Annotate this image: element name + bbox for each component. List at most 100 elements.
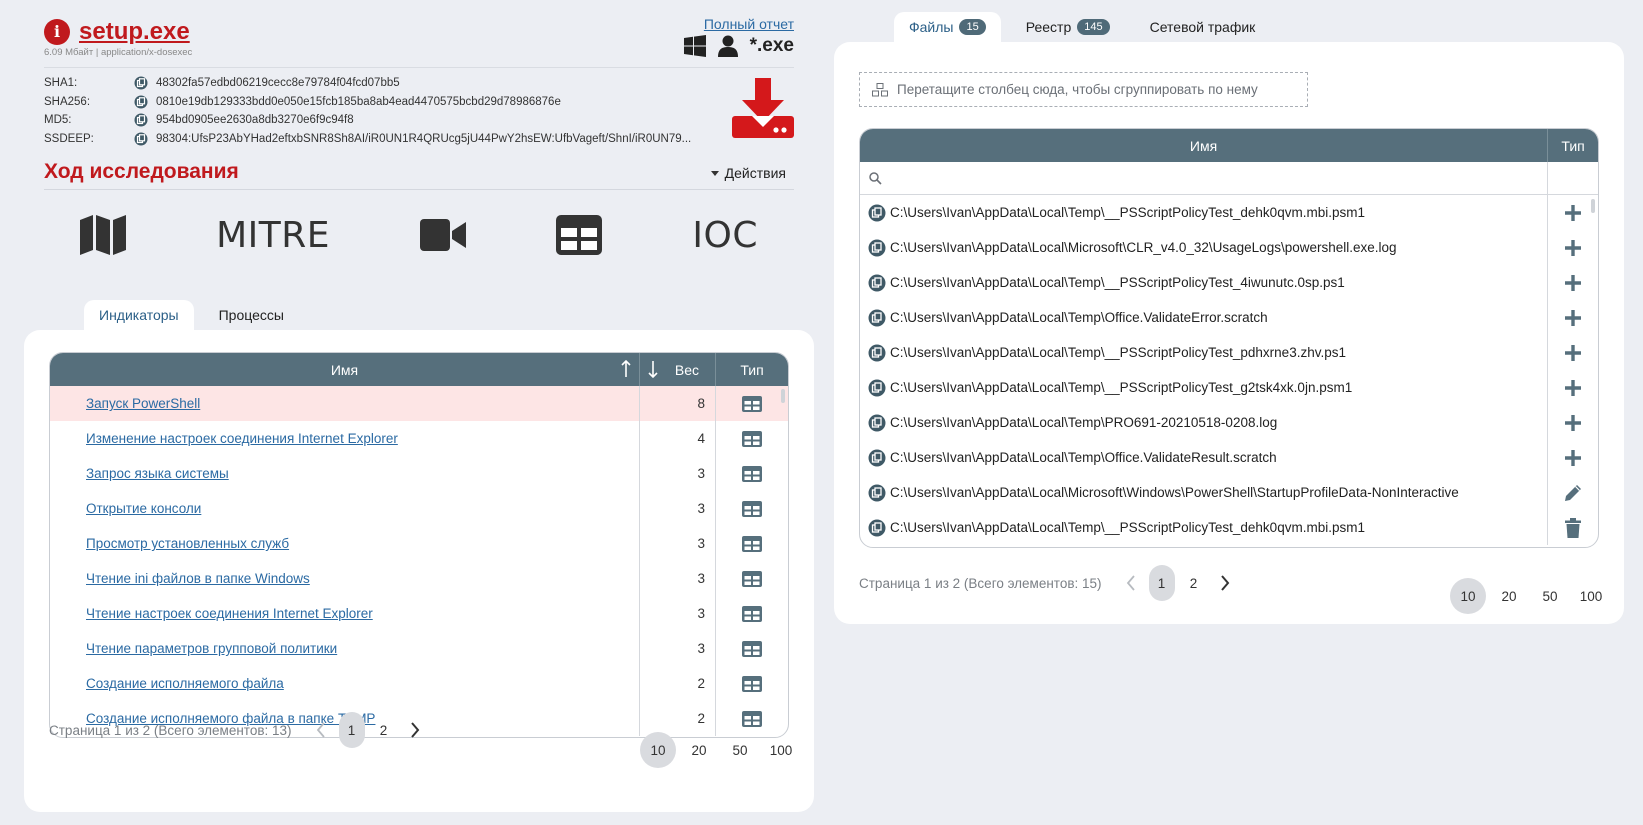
- indicator-link[interactable]: Просмотр установленных служб: [86, 536, 289, 551]
- pencil-icon[interactable]: [1548, 475, 1598, 510]
- file-row[interactable]: C:\Users\Ivan\AppData\Local\Temp\Office.…: [860, 440, 1598, 475]
- indicator-row[interactable]: Чтение ini файлов в папке Windows 3: [50, 561, 788, 596]
- plus-icon[interactable]: [1548, 230, 1598, 265]
- file-row[interactable]: C:\Users\Ivan\AppData\Local\Temp\Office.…: [860, 300, 1598, 335]
- scrollbar[interactable]: [781, 389, 785, 403]
- copy-icon[interactable]: [868, 274, 886, 292]
- copy-icon[interactable]: [134, 95, 148, 109]
- col-name[interactable]: Имя: [860, 129, 1549, 162]
- copy-icon[interactable]: [868, 414, 886, 432]
- prev-page-icon[interactable]: [1122, 573, 1140, 593]
- indicator-link[interactable]: Запрос языка системы: [86, 466, 229, 481]
- table-icon[interactable]: [716, 631, 788, 666]
- file-row[interactable]: C:\Users\Ivan\AppData\Local\Microsoft\CL…: [860, 230, 1598, 265]
- sort-desc-icon[interactable]: [648, 360, 658, 378]
- sort-asc-icon[interactable]: [621, 360, 631, 378]
- tab-processes[interactable]: Процессы: [204, 300, 299, 330]
- page-size-20[interactable]: 20: [681, 732, 717, 768]
- table-icon[interactable]: [716, 526, 788, 561]
- indicator-row[interactable]: Просмотр установленных служб 3: [50, 526, 788, 561]
- copy-icon[interactable]: [868, 309, 886, 327]
- scrollbar[interactable]: [1591, 199, 1595, 213]
- tab-network-traffic[interactable]: Сетевой трафик: [1135, 12, 1271, 42]
- table-icon[interactable]: [716, 596, 788, 631]
- indicator-link[interactable]: Запуск PowerShell: [86, 396, 200, 411]
- file-row[interactable]: C:\Users\Ivan\AppData\Local\Temp\__PSScr…: [860, 370, 1598, 405]
- group-by-dropzone[interactable]: Перетащите столбец сюда, чтобы сгруппиро…: [859, 72, 1308, 107]
- plus-icon[interactable]: [1548, 370, 1598, 405]
- trash-icon[interactable]: [1548, 510, 1598, 545]
- indicator-link[interactable]: Чтение ini файлов в папке Windows: [86, 571, 310, 586]
- page-size-100[interactable]: 100: [1573, 578, 1609, 614]
- file-name[interactable]: setup.exe: [79, 18, 190, 46]
- copy-icon[interactable]: [134, 76, 148, 90]
- download-button[interactable]: [732, 78, 794, 140]
- file-row[interactable]: C:\Users\Ivan\AppData\Local\Temp\__PSScr…: [860, 265, 1598, 300]
- page-size-50[interactable]: 50: [1532, 578, 1568, 614]
- page-size-50[interactable]: 50: [722, 732, 758, 768]
- map-icon[interactable]: [80, 215, 126, 255]
- file-row[interactable]: C:\Users\Ivan\AppData\Local\Microsoft\Wi…: [860, 475, 1598, 510]
- copy-icon[interactable]: [868, 204, 886, 222]
- indicator-row[interactable]: Чтение параметров групповой политики 3: [50, 631, 788, 666]
- file-row[interactable]: C:\Users\Ivan\AppData\Local\Temp\PRO691-…: [860, 405, 1598, 440]
- next-page-icon[interactable]: [1216, 573, 1234, 593]
- file-row[interactable]: C:\Users\Ivan\AppData\Local\Temp\__PSScr…: [860, 510, 1598, 545]
- video-camera-icon[interactable]: [420, 219, 467, 251]
- copy-icon[interactable]: [868, 519, 886, 537]
- file-row[interactable]: C:\Users\Ivan\AppData\Local\Temp\__PSScr…: [860, 195, 1598, 230]
- col-type[interactable]: Тип: [1548, 129, 1598, 162]
- table-icon[interactable]: [716, 491, 788, 526]
- table-icon[interactable]: [716, 561, 788, 596]
- table-icon[interactable]: [716, 421, 788, 456]
- page-size-10[interactable]: 10: [1450, 578, 1486, 614]
- col-name[interactable]: Имя: [50, 353, 640, 386]
- table-icon[interactable]: [556, 215, 603, 255]
- file-row[interactable]: C:\Users\Ivan\AppData\Local\Temp\__PSScr…: [860, 335, 1598, 370]
- table-icon[interactable]: [716, 701, 788, 736]
- page-2[interactable]: 2: [1181, 565, 1207, 601]
- full-report-link[interactable]: Полный отчет: [704, 16, 794, 32]
- page-2[interactable]: 2: [371, 712, 397, 748]
- indicator-link[interactable]: Чтение настроек соединения Internet Expl…: [86, 606, 373, 621]
- copy-icon[interactable]: [134, 113, 148, 127]
- plus-icon[interactable]: [1548, 405, 1598, 440]
- indicator-row[interactable]: Изменение настроек соединения Internet E…: [50, 421, 788, 456]
- plus-icon[interactable]: [1548, 335, 1598, 370]
- page-1[interactable]: 1: [338, 712, 365, 748]
- indicator-row[interactable]: Запуск PowerShell 8: [50, 386, 788, 421]
- col-weight[interactable]: Вес: [640, 353, 716, 386]
- ioc-button[interactable]: IOC: [692, 215, 758, 256]
- plus-icon[interactable]: [1548, 300, 1598, 335]
- actions-dropdown[interactable]: Действия: [710, 165, 786, 181]
- plus-icon[interactable]: [1548, 440, 1598, 475]
- copy-icon[interactable]: [868, 239, 886, 257]
- prev-page-icon[interactable]: [312, 720, 330, 740]
- page-size-10[interactable]: 10: [640, 732, 676, 768]
- table-icon[interactable]: [716, 456, 788, 491]
- table-icon[interactable]: [716, 386, 788, 421]
- mitre-button[interactable]: MITRE: [216, 215, 330, 256]
- copy-icon[interactable]: [868, 484, 886, 502]
- page-1[interactable]: 1: [1148, 565, 1175, 601]
- page-size-100[interactable]: 100: [763, 732, 799, 768]
- page-size-20[interactable]: 20: [1491, 578, 1527, 614]
- indicator-link[interactable]: Открытие консоли: [86, 501, 201, 516]
- indicator-row[interactable]: Запрос языка системы 3: [50, 456, 788, 491]
- table-icon[interactable]: [716, 666, 788, 701]
- indicator-link[interactable]: Создание исполняемого файла: [86, 676, 284, 691]
- copy-icon[interactable]: [868, 379, 886, 397]
- tab-files[interactable]: Файлы 15: [894, 12, 1001, 42]
- indicator-link[interactable]: Чтение параметров групповой политики: [86, 641, 337, 656]
- tab-registry[interactable]: Реестр 145: [1011, 12, 1125, 42]
- indicator-link[interactable]: Изменение настроек соединения Internet E…: [86, 431, 398, 446]
- plus-icon[interactable]: [1548, 265, 1598, 300]
- next-page-icon[interactable]: [406, 720, 424, 740]
- copy-icon[interactable]: [868, 344, 886, 362]
- indicator-row[interactable]: Создание исполняемого файла 2: [50, 666, 788, 701]
- indicator-row[interactable]: Чтение настроек соединения Internet Expl…: [50, 596, 788, 631]
- tab-indicators[interactable]: Индикаторы: [84, 300, 194, 330]
- copy-icon[interactable]: [134, 132, 148, 146]
- col-type[interactable]: Тип: [716, 353, 788, 386]
- copy-icon[interactable]: [868, 449, 886, 467]
